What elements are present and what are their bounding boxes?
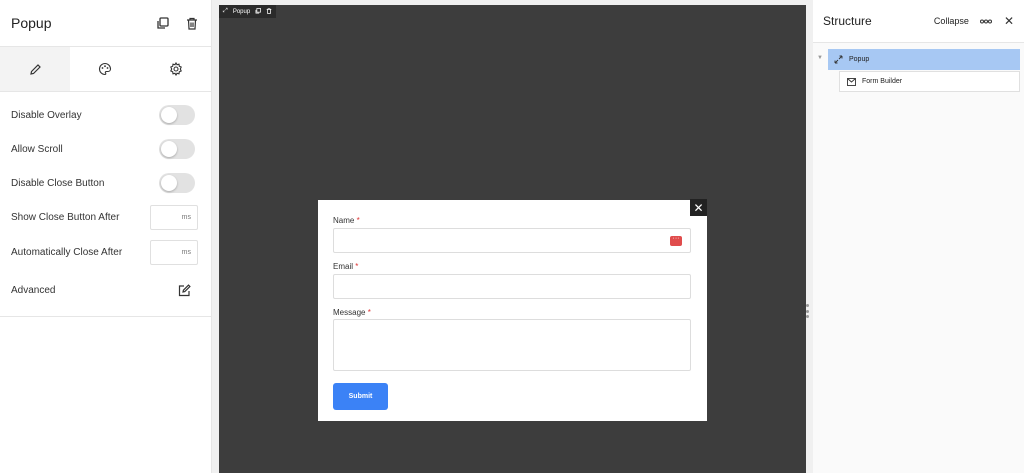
resize-handle[interactable]	[805, 304, 810, 318]
palette-icon	[99, 62, 112, 76]
panel-tabs	[0, 47, 211, 92]
submit-button[interactable]: Submit	[333, 383, 388, 410]
show-close-after-input[interactable]: ms	[150, 205, 198, 230]
element-tag[interactable]: ⤢ Popup	[219, 5, 277, 18]
disable-close-button-toggle[interactable]	[159, 173, 195, 193]
setting-disable-overlay: Disable Overlay	[11, 98, 200, 132]
required-mark: *	[356, 216, 360, 225]
setting-advanced: Advanced	[11, 270, 200, 310]
tree-item-form-builder[interactable]: Form Builder	[839, 71, 1020, 92]
required-mark: *	[367, 308, 371, 317]
setting-label: Disable Overlay	[11, 109, 82, 121]
setting-show-close-button-after: Show Close Button After ms	[11, 200, 200, 235]
structure-header: Structure Collapse ✕	[813, 0, 1024, 43]
name-label: Name *	[333, 216, 360, 225]
password-manager-icon[interactable]: ···	[670, 235, 682, 246]
tab-style[interactable]	[70, 47, 140, 91]
setting-label: Allow Scroll	[11, 143, 63, 155]
structure-title: Structure	[823, 14, 872, 28]
setting-disable-close-button: Disable Close Button	[11, 166, 200, 200]
allow-scroll-toggle[interactable]	[159, 139, 195, 159]
setting-label: Automatically Close After	[11, 247, 123, 258]
gear-icon	[169, 62, 182, 76]
close-icon[interactable]: ✕	[690, 199, 707, 216]
canvas-gutter	[806, 0, 813, 473]
unit-label: ms	[181, 249, 191, 256]
trash-icon[interactable]	[266, 7, 272, 16]
message-label: Message *	[333, 308, 371, 317]
structure-panel: Structure Collapse ✕ ▼ Popup Form Builde…	[813, 0, 1024, 473]
envelope-icon	[847, 77, 856, 86]
duplicate-icon[interactable]	[154, 15, 170, 31]
name-input[interactable]: ···	[333, 228, 691, 253]
element-tag-label: Popup	[232, 8, 251, 15]
field-label-text: Name	[333, 216, 355, 225]
close-panel-icon[interactable]: ✕	[1004, 14, 1014, 28]
edit-icon[interactable]	[178, 283, 191, 297]
unit-label: ms	[181, 214, 191, 221]
divider	[0, 316, 211, 317]
settings-list: Disable Overlay Allow Scroll Disable Clo…	[0, 92, 211, 310]
tree-item-label: Popup	[849, 56, 870, 63]
tab-content[interactable]	[0, 47, 71, 91]
message-textarea[interactable]	[333, 319, 691, 371]
setting-label: Advanced	[11, 284, 56, 296]
canvas-gutter	[212, 0, 219, 473]
setting-allow-scroll: Allow Scroll	[11, 132, 200, 166]
auto-close-after-input[interactable]: ms	[150, 240, 198, 265]
required-mark: *	[355, 262, 359, 271]
tab-advanced[interactable]	[141, 47, 211, 91]
tree-item-label: Form Builder	[862, 78, 903, 85]
tree-item-popup[interactable]: Popup	[828, 49, 1020, 70]
setting-auto-close-after: Automatically Close After ms	[11, 235, 200, 270]
email-label: Email *	[333, 262, 358, 271]
setting-label: Disable Close Button	[11, 177, 105, 189]
field-label-text: Message	[333, 308, 366, 317]
expand-icon: ⤢	[223, 8, 228, 14]
more-options-icon[interactable]	[979, 19, 992, 24]
settings-header: Popup	[0, 0, 211, 47]
duplicate-icon[interactable]	[255, 7, 262, 16]
chevron-down-icon[interactable]: ▼	[817, 55, 823, 61]
email-input[interactable]	[333, 274, 691, 299]
editor-canvas[interactable]: ⤢ Popup Name * ··· Email * Message * Sub…	[219, 5, 806, 473]
pencil-icon	[29, 63, 41, 75]
settings-panel: Popup Disable Overlay Allow Scroll Disab…	[0, 0, 212, 473]
setting-label: Show Close Button After	[11, 212, 120, 223]
expand-icon	[834, 55, 843, 64]
trash-icon[interactable]	[184, 15, 200, 31]
panel-title: Popup	[11, 15, 52, 31]
disable-overlay-toggle[interactable]	[159, 105, 195, 125]
field-label-text: Email	[333, 262, 354, 271]
collapse-button[interactable]: Collapse	[934, 16, 969, 26]
popup-container[interactable]: Name * ··· Email * Message * Submit	[318, 200, 707, 421]
